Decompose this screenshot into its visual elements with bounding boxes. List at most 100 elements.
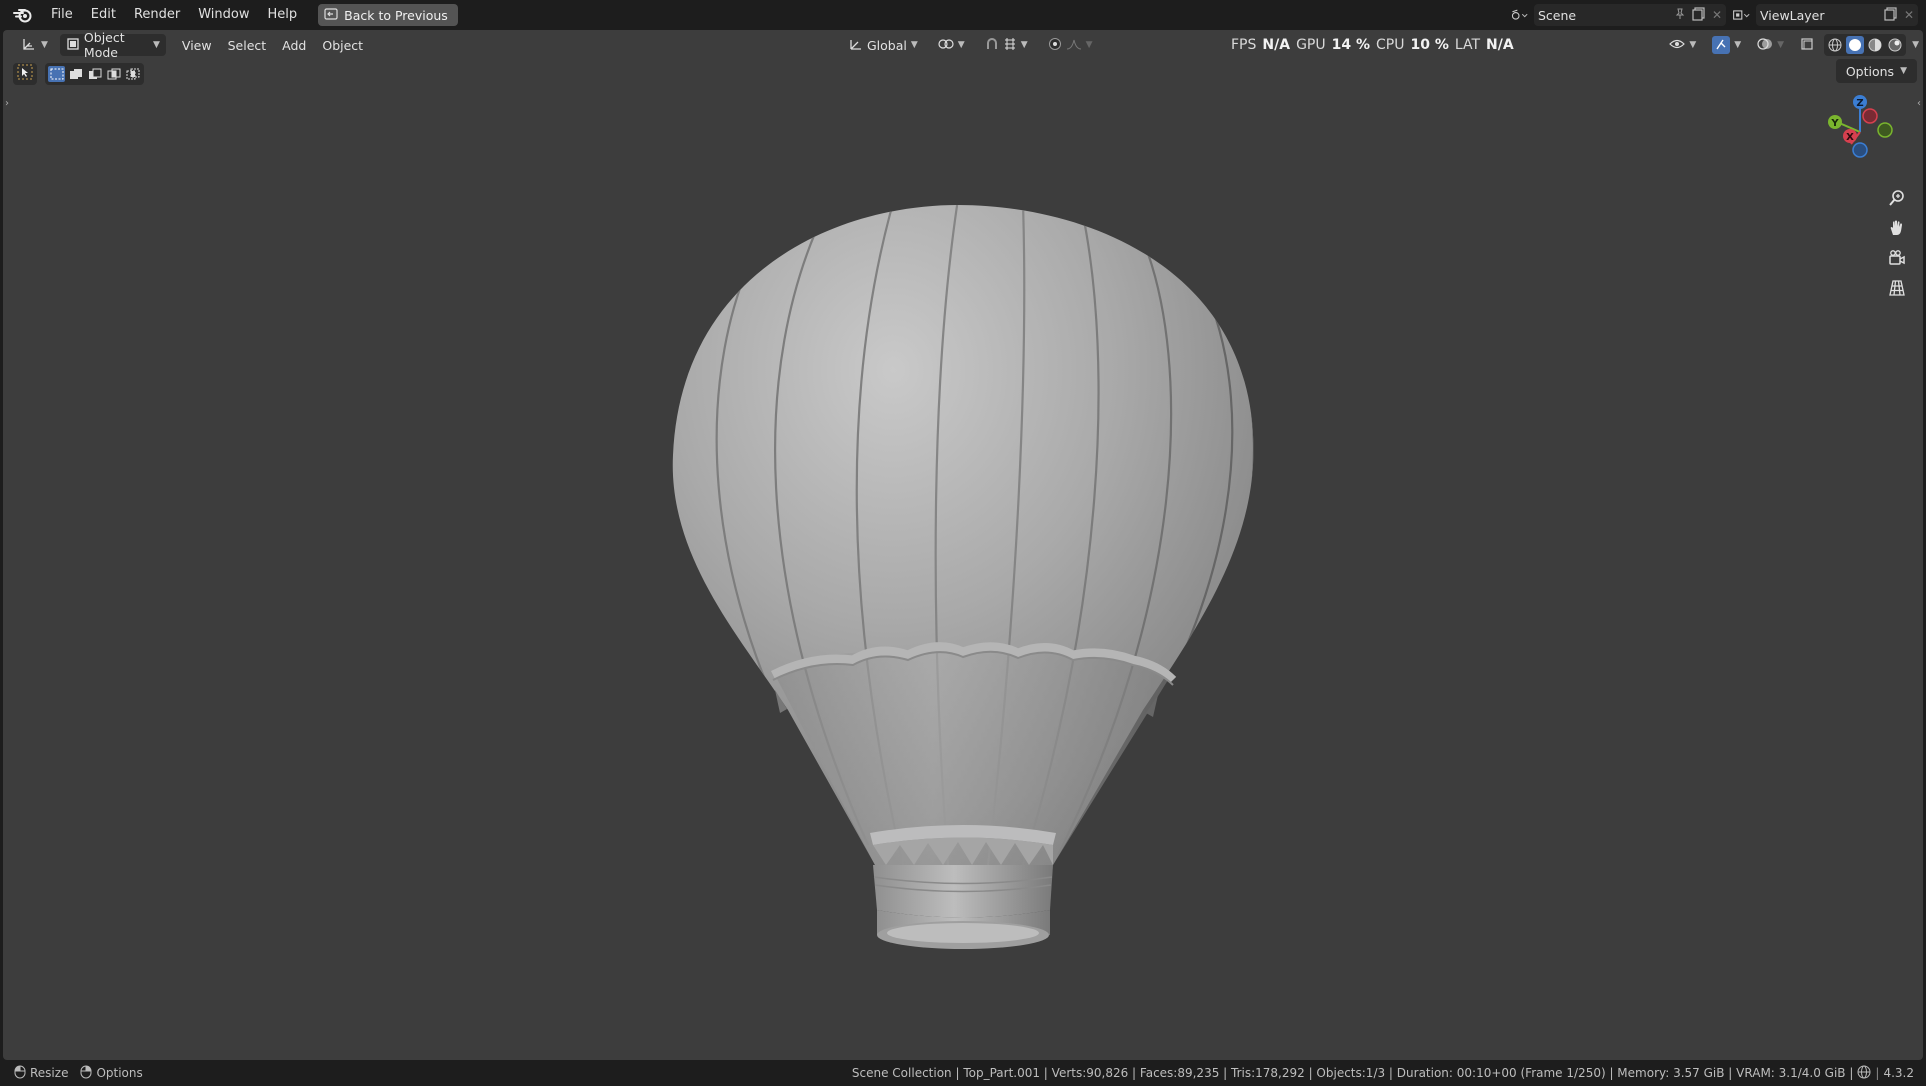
overlays-toggle[interactable]: ▼ [1751,34,1790,56]
cpu-label: CPU [1376,37,1405,53]
lat-value: N/A [1486,37,1514,53]
options-dropdown[interactable]: Options ▼ [1835,59,1917,83]
mouse-right-icon [80,1065,92,1082]
mouse-left-icon [14,1065,26,1082]
navigation-gizmo[interactable]: Z Y X [1815,92,1905,182]
invert-selection-icon[interactable] [105,66,122,82]
menu-edit[interactable]: Edit [82,4,125,26]
rendered-shading-icon[interactable] [1886,36,1904,54]
sidebar-expand-icon[interactable]: ‹ [1917,98,1921,109]
scene-name: Scene [1538,7,1577,23]
magnet-icon [985,37,999,54]
menu-view[interactable]: View [174,38,220,53]
pan-hand-icon[interactable] [1883,214,1911,242]
intersect-selection-icon[interactable] [124,66,141,82]
cursor-select-icon [17,64,33,84]
subtract-selection-icon[interactable] [86,66,103,82]
menu-object[interactable]: Object [314,38,371,53]
overlays-icon [1757,37,1773,54]
resize-hint: Resize [14,1065,68,1082]
x-axis-label: X [1846,132,1854,143]
options-hint: Options [80,1065,143,1082]
chevron-down-icon: ▼ [1085,40,1093,50]
extend-selection-icon[interactable] [67,66,84,82]
z-axis-label: Z [1856,98,1863,109]
falloff-icon [1066,38,1082,53]
orientation-dropdown[interactable]: Global ▼ [843,34,924,56]
back-to-previous-label: Back to Previous [344,7,448,23]
eye-icon [1669,38,1686,53]
menu-render[interactable]: Render [125,4,189,26]
object-mode-label: Object Mode [83,30,125,60]
solid-shading-icon[interactable] [1846,36,1865,54]
xray-toggle[interactable] [1794,34,1820,56]
object-mode-icon [66,37,80,54]
material-shading-icon[interactable] [1866,36,1884,54]
lat-label: LAT [1454,37,1481,53]
new-scene-icon[interactable] [1692,6,1706,24]
perspective-grid-icon[interactable] [1883,274,1911,302]
neg-z-axis-icon[interactable] [1852,142,1868,158]
cpu-value: 10 % [1410,37,1449,53]
chevron-down-icon: ▼ [1689,40,1697,50]
tool-settings-row [13,62,144,86]
orientation-icon [849,37,863,54]
snap-toggle[interactable]: ▼ [979,34,1034,56]
pin-icon[interactable] [1674,8,1686,23]
menu-add[interactable]: Add [274,38,314,53]
3d-viewport[interactable]: ▼ Object Mode ▼ View Select Add Object G… [3,30,1923,1060]
chevron-down-icon: ▼ [1900,66,1907,76]
wireframe-shading-icon[interactable] [1826,36,1844,54]
select-tool-button[interactable] [13,63,37,85]
neg-y-axis-icon[interactable] [1877,122,1893,138]
viewport-display-tools: ▼ ▼ ▼ ▼ [1663,34,1919,56]
gpu-value: 14 % [1331,37,1370,53]
editor-type-icon [21,37,37,54]
top-menu-bar: File Edit Render Window Help Back to Pre… [0,0,1926,30]
chevron-down-icon: ▼ [41,40,48,50]
transform-tools: Global ▼ ▼ ▼ ▼ [843,34,1099,56]
status-bar: Resize Options Scene Collection | Top_Pa… [0,1060,1926,1086]
chevron-down-icon: ▼ [1020,40,1028,50]
delete-scene-icon[interactable]: ✕ [1712,8,1722,22]
y-axis-label: Y [1830,118,1839,129]
orientation-label: Global [867,37,907,53]
gizmo-icon [1712,36,1731,54]
xray-icon [1800,37,1814,54]
viewlayer-selector[interactable]: ViewLayer ✕ [1756,4,1918,26]
options-label: Options [1845,63,1895,79]
menu-help[interactable]: Help [259,4,307,26]
blender-version: 4.3.2 [1883,1066,1914,1080]
set-selection-icon[interactable] [48,66,65,82]
shading-modes [1824,34,1907,56]
pivot-icon [938,37,954,54]
menu-select[interactable]: Select [220,38,275,53]
scene-browse-icon[interactable] [1510,6,1528,24]
visibility-dropdown[interactable]: ▼ [1663,34,1702,56]
proportional-edit-toggle[interactable]: ▼ [1042,34,1099,56]
viewlayer-browse-icon[interactable] [1732,6,1750,24]
back-icon [324,7,338,23]
menu-window[interactable]: Window [189,4,258,26]
blender-logo-icon[interactable] [12,6,34,24]
back-to-previous-button[interactable]: Back to Previous [318,4,458,26]
chevron-down-icon[interactable]: ▼ [1912,40,1919,50]
editor-type-button[interactable]: ▼ [15,34,54,56]
gpu-label: GPU [1296,37,1326,53]
separator: | [1875,1066,1880,1080]
scene-selector[interactable]: Scene ✕ [1534,4,1726,26]
menu-file[interactable]: File [42,4,82,26]
hot-air-balloon-model[interactable] [663,165,1263,995]
gizmo-toggle[interactable]: ▼ [1706,34,1747,56]
neg-x-axis-icon[interactable] [1862,108,1878,124]
delete-viewlayer-icon[interactable]: ✕ [1904,8,1914,22]
zoom-icon[interactable] [1883,184,1911,212]
new-viewlayer-icon[interactable] [1884,6,1898,24]
fps-value: N/A [1262,37,1291,53]
pivot-dropdown[interactable]: ▼ [932,34,971,56]
toolbar-expand-icon[interactable]: › [5,98,9,109]
network-globe-icon [1857,1065,1871,1082]
chevron-down-icon: ▼ [957,40,965,50]
camera-view-icon[interactable] [1883,244,1911,272]
object-mode-dropdown[interactable]: Object Mode ▼ [59,30,166,60]
